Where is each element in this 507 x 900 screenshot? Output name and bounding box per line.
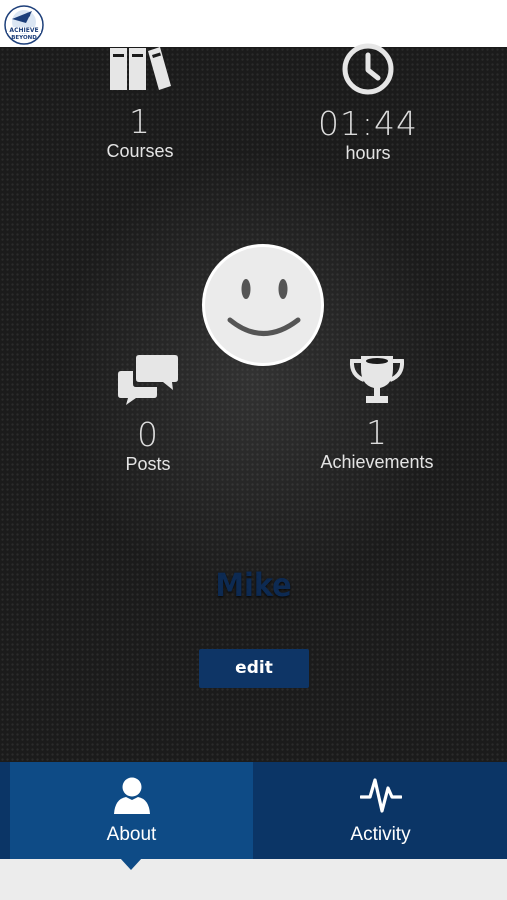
trophy-icon: [349, 356, 405, 403]
courses-label: Courses: [106, 141, 174, 161]
tab-activity-label: Activity: [350, 824, 411, 845]
smiley-face-icon: [227, 279, 301, 336]
bottom-area: [0, 859, 507, 900]
svg-text:BEYOND: BEYOND: [11, 35, 37, 41]
posts-count: 0: [137, 415, 159, 454]
hours-stat[interactable]: 01:44 hours: [278, 42, 458, 163]
person-icon: [113, 777, 150, 814]
posts-label: Posts: [125, 454, 171, 474]
achievements-stat[interactable]: 1 Achievements: [287, 353, 467, 472]
active-tab-pointer: [120, 858, 142, 870]
achievements-label: Achievements: [320, 452, 434, 472]
edit-button[interactable]: edit: [199, 649, 309, 688]
top-bar: ACHIEVE BEYOND: [0, 0, 507, 47]
courses-count: 1: [129, 102, 151, 141]
clock-icon: [342, 43, 394, 95]
chat-bubbles-icon: [118, 355, 178, 405]
achievements-count: 1: [366, 413, 388, 452]
courses-stat[interactable]: 1 Courses: [50, 45, 230, 161]
pulse-icon: [359, 778, 402, 813]
books-icon: [110, 47, 171, 90]
hours-label: hours: [345, 143, 391, 163]
achieve-beyond-logo[interactable]: ACHIEVE BEYOND: [4, 5, 44, 45]
user-name: Mike: [215, 566, 292, 604]
tab-about[interactable]: About: [10, 762, 253, 859]
posts-stat[interactable]: 0 Posts: [58, 353, 238, 474]
hours-value: 01:44: [317, 104, 419, 143]
tab-bar: About Activity: [0, 762, 507, 859]
tab-activity[interactable]: Activity: [254, 762, 507, 859]
avatar[interactable]: [202, 244, 324, 366]
svg-text:ACHIEVE: ACHIEVE: [9, 27, 38, 34]
tab-about-label: About: [106, 824, 157, 845]
